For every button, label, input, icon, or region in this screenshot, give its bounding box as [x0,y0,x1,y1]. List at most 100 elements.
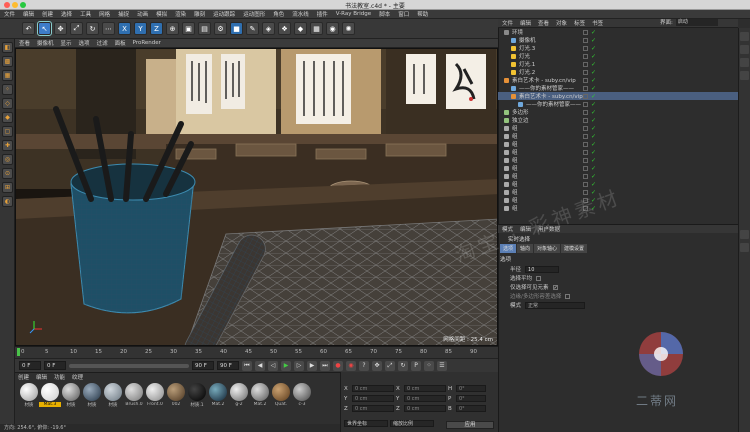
apply-button[interactable]: 应用 [446,421,494,429]
menu-file[interactable]: 文件 [4,10,15,18]
takes-tab-icon[interactable] [740,45,749,54]
material-swatch[interactable]: Mat.2 [251,383,269,407]
next-frame-icon[interactable]: ▷ [294,360,304,371]
material-swatch[interactable]: 材质 [104,383,122,408]
menu-mesh[interactable]: 网格 [99,10,110,18]
visibility-toggle[interactable] [583,173,588,179]
material-swatch[interactable]: c-3 [293,383,311,407]
object-row[interactable]: 独立边 ✓ [498,116,738,124]
coord-field[interactable]: 0° [456,385,486,392]
object-row[interactable]: 摄像机 ✓ [498,36,738,44]
undo-icon[interactable]: ↶ [22,22,35,35]
coord-field[interactable]: 0° [456,395,486,402]
next-key-icon[interactable]: ▶ [307,360,317,371]
visibility-toggle[interactable] [583,69,588,75]
play-icon[interactable]: ▶ [281,360,291,371]
material-swatch[interactable]: Brush.0 [125,383,143,407]
attributes-tab-icon[interactable] [740,230,749,239]
object-row[interactable]: 灯光.1 ✓ [498,60,738,68]
select-average-checkbox[interactable] [536,275,542,281]
object-row[interactable]: ——你的素材管家—— ✓ [498,100,738,108]
range-slider[interactable] [69,363,189,368]
object-row[interactable]: 组 ✓ [498,164,738,172]
record-icon[interactable]: ● [333,360,343,371]
visibility-toggle[interactable] [583,53,588,59]
visibility-toggle[interactable] [583,181,588,187]
scale-key-icon[interactable]: ⤢ [385,360,395,371]
z-axis-icon[interactable]: Z [150,22,163,35]
material-swatch[interactable]: 材质.1 [188,383,206,408]
coord-field[interactable]: 0 cm [352,385,394,392]
texture-mode-icon[interactable]: ▩ [2,56,13,67]
y-axis-icon[interactable]: Y [134,22,147,35]
visibility-toggle[interactable] [583,29,588,35]
visibility-toggle[interactable] [583,77,588,83]
visibility-toggle[interactable] [583,37,588,43]
material-menu-create[interactable]: 创建 [18,373,29,381]
coord-space-select[interactable]: 世界坐标 [344,420,388,427]
material-swatch[interactable]: Mat.3 [39,383,61,407]
visibility-toggle[interactable] [583,93,588,99]
edges-mode-icon[interactable]: ◇ [2,98,13,109]
rotate-icon[interactable]: ↻ [86,22,99,35]
start-frame-field[interactable]: 0 F [19,361,41,370]
enabled-check-icon[interactable]: ✓ [591,101,596,108]
render-settings-icon[interactable]: ⚙ [214,22,227,35]
prev-frame-icon[interactable]: ◁ [268,360,278,371]
material-swatch[interactable]: Mat.2 [209,383,227,407]
visibility-toggle[interactable] [583,125,588,131]
enabled-check-icon[interactable]: ✓ [591,53,596,60]
end-frame-field[interactable]: 90 F [192,361,214,370]
material-menu-function[interactable]: 功能 [54,373,65,381]
object-row[interactable]: 素白艺术卡 - suby.cn/vip ✓ [498,92,738,100]
render-picture-viewer-icon[interactable]: ▤ [198,22,211,35]
menu-window[interactable]: 窗口 [398,10,409,18]
material-swatch[interactable]: 材质 [20,383,38,408]
autokey-icon[interactable]: ◉ [346,360,356,371]
viewport-menu-prorender[interactable]: ProRender [133,40,161,46]
menu-plugins[interactable]: 插件 [317,10,328,18]
coordinate-system-icon[interactable]: ⊕ [166,22,179,35]
object-row[interactable]: 组 ✓ [498,124,738,132]
deformer-icon[interactable]: ◆ [294,22,307,35]
floor-icon[interactable]: ▦ [310,22,323,35]
visibility-toggle[interactable] [583,61,588,67]
menu-vray[interactable]: V-Ray Bridge [336,11,371,17]
enabled-check-icon[interactable]: ✓ [591,61,596,68]
current-frame-field[interactable]: 0 F [44,361,66,370]
menu-tools[interactable]: 工具 [80,10,91,18]
menu-sculpt[interactable]: 雕刻 [194,10,205,18]
object-row[interactable]: 灯光.2 ✓ [498,68,738,76]
visibility-toggle[interactable] [583,165,588,171]
coord-field[interactable]: 0 cm [352,395,394,402]
viewport-menu-display[interactable]: 显示 [61,39,72,47]
uv-mode-icon[interactable]: ▢ [2,126,13,137]
enabled-check-icon[interactable]: ✓ [591,45,596,52]
enabled-check-icon[interactable]: ✓ [591,85,596,92]
material-swatch[interactable]: g-2 [230,383,248,407]
visibility-toggle[interactable] [583,141,588,147]
visibility-toggle[interactable] [583,101,588,107]
material-swatch[interactable]: 材质 [62,383,80,408]
visible-only-checkbox[interactable]: ✓ [552,284,558,290]
viewport-menu-panel[interactable]: 面板 [115,39,126,47]
menu-motion-tracking[interactable]: 运动跟踪 [213,10,235,18]
enabled-check-icon[interactable]: ✓ [591,165,596,172]
tolerance-checkbox[interactable] [565,293,571,299]
material-swatch[interactable]: 材质 [83,383,101,408]
object-row[interactable]: 组 ✓ [498,148,738,156]
object-row[interactable]: 组 ✓ [498,140,738,148]
object-row[interactable]: 组 ✓ [498,180,738,188]
structure-tab-icon[interactable] [740,71,749,80]
snap-icon[interactable]: ⊙ [2,168,13,179]
rotation-key-icon[interactable]: ↻ [398,360,408,371]
layout-select[interactable]: 启动 [675,19,718,26]
material-menu-edit[interactable]: 编辑 [36,373,47,381]
om-menu-edit[interactable]: 编辑 [520,19,531,27]
array-icon[interactable]: ❖ [278,22,291,35]
tab-object-axis[interactable]: 对象轴心 [534,244,561,253]
menu-mograph[interactable]: 运动图形 [243,10,265,18]
viewport-menu-view[interactable]: 查看 [19,39,30,47]
object-row[interactable]: 环境 ✓ [498,28,738,36]
keyframe-selection-icon[interactable]: ? [359,360,369,371]
